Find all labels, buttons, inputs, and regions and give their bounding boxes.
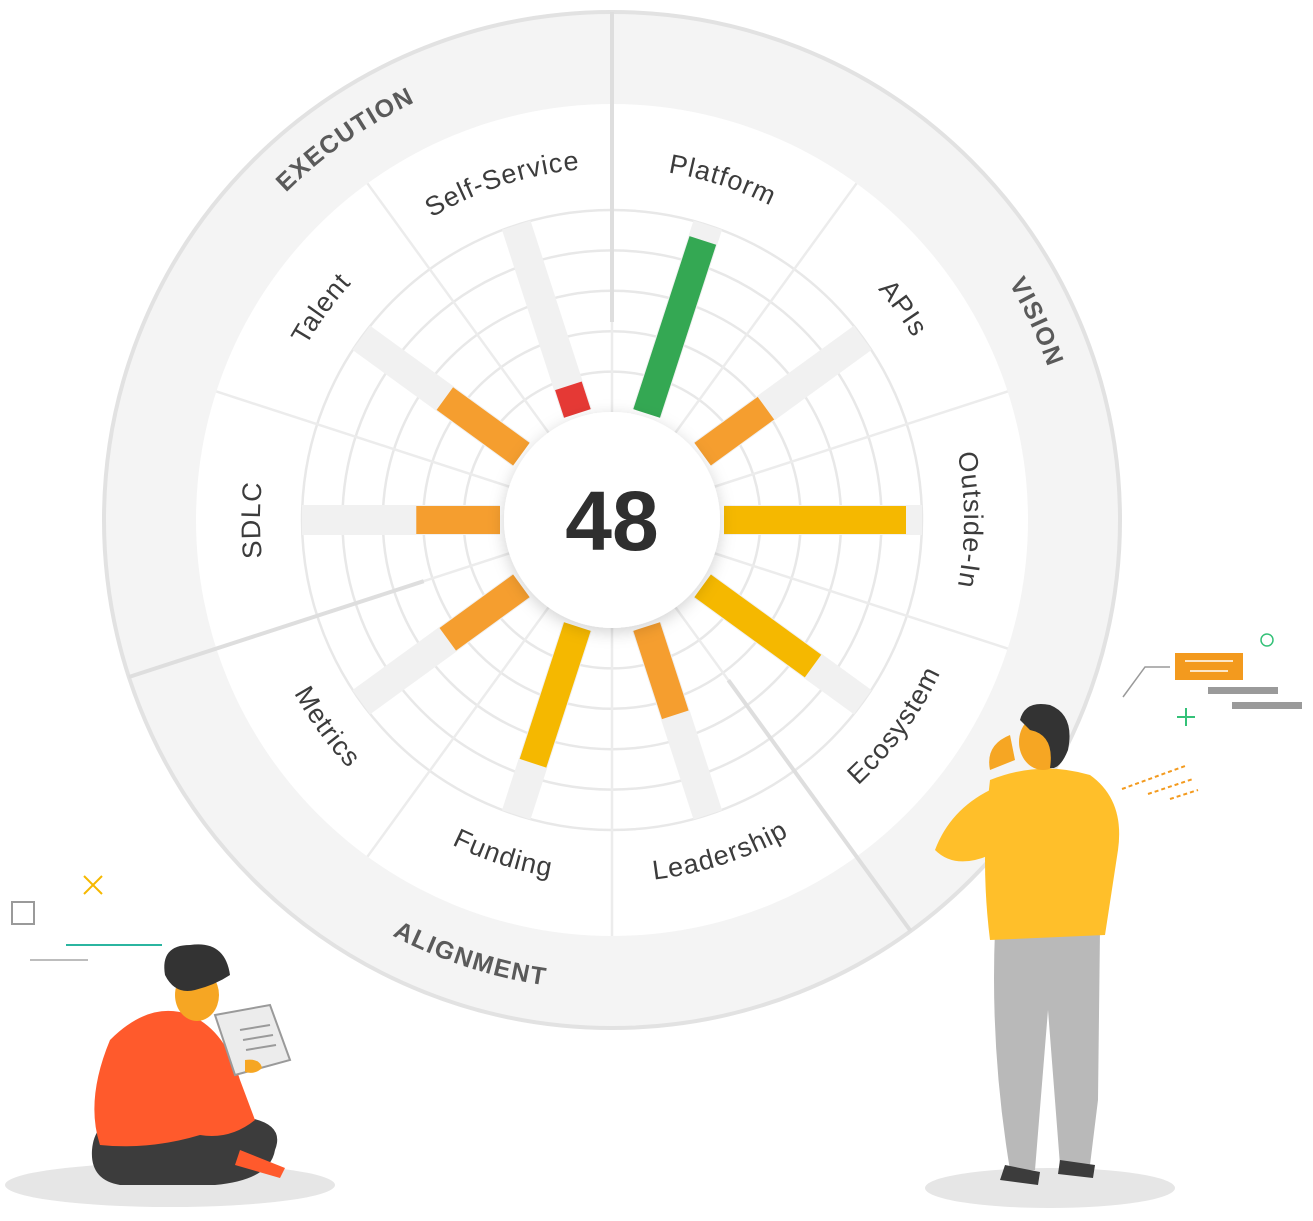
reading-person-illustration xyxy=(5,944,335,1207)
category-label-sdlc: SDLC xyxy=(236,480,268,560)
maturity-radial-chart: PlatformAPIsOutside-InEcosystemLeadershi… xyxy=(5,10,1302,1208)
score-value: 48 xyxy=(565,474,658,568)
decorative-shapes-left xyxy=(11,875,162,961)
bar-self-service xyxy=(555,381,591,418)
decorative-code-snippet xyxy=(1121,633,1302,800)
